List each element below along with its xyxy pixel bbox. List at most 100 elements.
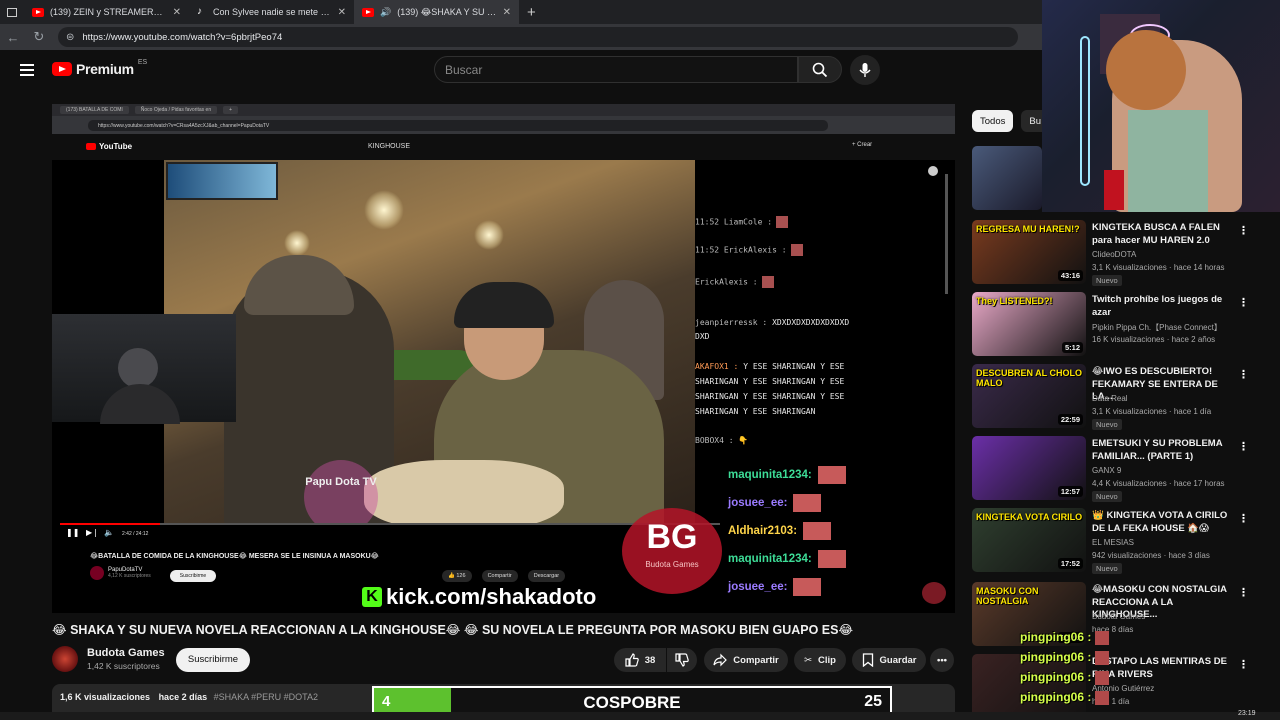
share-button[interactable]: Compartir	[704, 648, 788, 672]
new-badge: Nuevo	[1092, 563, 1122, 574]
channel-name[interactable]: Budota Games	[87, 647, 165, 659]
inner-tab: +	[223, 106, 239, 114]
chat-line: DXD	[695, 332, 710, 341]
info-icon[interactable]	[928, 166, 938, 176]
voice-search-button[interactable]	[850, 55, 880, 85]
recommended-title[interactable]: KINGTEKA BUSCA A FALEN para hacer MU HAR…	[1092, 222, 1232, 247]
url-field[interactable]: ⊜ https://www.youtube.com/watch?v=6pbrjt…	[58, 27, 1018, 47]
recommended-video-partial[interactable]	[972, 146, 1042, 212]
video-player[interactable]: (173) BATALLA DE COMI Ñoco Ojeda / Pidas…	[52, 104, 955, 613]
close-tab-icon[interactable]: ✕	[338, 7, 346, 18]
chip-todos[interactable]: Todos	[972, 110, 1014, 132]
chat-overlay-line: Aldhair2103:	[728, 522, 832, 540]
more-vertical-icon[interactable]: ⋮	[1238, 658, 1249, 671]
speaker-icon[interactable]: 🔊	[380, 7, 391, 18]
close-tab-icon[interactable]: ✕	[173, 7, 181, 18]
search-placeholder: Buscar	[445, 62, 483, 77]
recommended-meta: 16 K visualizaciones · hace 2 años	[1092, 335, 1216, 344]
video-thumbnail[interactable]: They LISTENED?! 5:12	[972, 292, 1086, 356]
streamer-hair	[1106, 30, 1186, 110]
kick-icon: K	[362, 587, 382, 607]
recommended-video[interactable]: They LISTENED?! 5:12 Twitch prohíbe los ju…	[972, 292, 1262, 358]
video-thumbnail[interactable]	[972, 146, 1042, 210]
inner-youtube-logo: YouTube	[86, 142, 132, 151]
video-thumbnail[interactable]: DESCUBREN AL CHOLO MALO 22:59	[972, 364, 1086, 428]
recommended-video[interactable]: MASOKU CON NOSTALGIA 15:17 😂MASOKU CON NOS…	[972, 582, 1262, 648]
kick-url: kick.com/shakadoto	[386, 584, 597, 609]
inner-tab: (173) BATALLA DE COMI	[60, 106, 129, 114]
recommended-channel[interactable]: ClideoDOTA	[1092, 250, 1136, 259]
video-duration: 5:12	[1061, 342, 1083, 353]
menu-icon[interactable]	[20, 64, 34, 76]
video-thumbnail[interactable]: KINGTEKA VOTA CIRILO 17:52	[972, 508, 1086, 572]
more-actions-button[interactable]: •••	[930, 648, 954, 672]
save-button[interactable]: Guardar	[852, 648, 926, 672]
recommended-video[interactable]: REGRESA MU HAREN!? 43:16 KINGTEKA BUSCA A …	[972, 220, 1262, 286]
thumbs-up-icon	[625, 653, 639, 667]
reload-icon[interactable]: ↻	[26, 29, 52, 45]
recommended-video[interactable]: 12:57 EMETSUKI Y SU PROBLEMA FAMILIAR... …	[972, 436, 1262, 502]
new-tab-icon[interactable]: +	[519, 4, 544, 21]
more-vertical-icon[interactable]: ⋮	[1238, 440, 1249, 453]
url-text: https://www.youtube.com/watch?v=6pbrjtPe…	[82, 31, 283, 43]
recommended-channel[interactable]: Budota Games	[1092, 612, 1145, 621]
chat-overlay-line: pingping06 :	[1020, 630, 1110, 645]
inner-channel-subs: 4,12 K suscriptores	[108, 573, 151, 579]
channel-info[interactable]: Budota Games 1,42 K suscriptores	[52, 646, 165, 672]
subscribe-button[interactable]: Suscribirme	[176, 648, 250, 672]
wall-tv	[166, 162, 278, 200]
dislike-button[interactable]	[667, 648, 697, 672]
recommended-video[interactable]: DESTAPO LAS MENTIRAS DE RINA RIVERS Anton…	[972, 654, 1262, 720]
more-vertical-icon[interactable]: ⋮	[1238, 512, 1249, 525]
more-vertical-icon[interactable]: ⋮	[1238, 586, 1249, 599]
bg-logo-text: Budota Games	[645, 560, 699, 569]
address-bar: ← ↻ ⊜ https://www.youtube.com/watch?v=6p…	[0, 24, 1042, 50]
browser-tab-strip: (139) ZEIN y STREAMERS le MAN ✕ ♪ Con Sy…	[0, 0, 1042, 24]
recommended-video[interactable]: DESCUBREN AL CHOLO MALO 22:59 😂IWO ES DESC…	[972, 364, 1262, 430]
thumbs-down-icon	[675, 653, 689, 667]
hashtags[interactable]: #SHAKA #PERU #DOTA2	[214, 692, 318, 702]
video-duration: 22:59	[1057, 414, 1083, 425]
video-duration: 17:52	[1057, 558, 1083, 569]
inner-share: Compartir	[481, 570, 518, 582]
recommended-channel[interactable]: Pipkin Pippa Ch.【Phase Connect】	[1092, 322, 1222, 333]
channel-avatar[interactable]	[52, 646, 78, 672]
recommended-channel[interactable]: GANX 9	[1092, 466, 1121, 475]
soda-can	[1104, 170, 1124, 210]
video-thumbnail[interactable]: REGRESA MU HAREN!? 43:16	[972, 220, 1086, 284]
more-vertical-icon[interactable]: ⋮	[1238, 368, 1249, 381]
more-vertical-icon[interactable]: ⋮	[1238, 224, 1249, 237]
search-input[interactable]: Buscar	[434, 56, 798, 83]
browser-tab-1[interactable]: (139) ZEIN y STREAMERS le MAN ✕	[24, 0, 189, 24]
recommended-title[interactable]: EMETSUKI Y SU PROBLEMA FAMILIAR... (PART…	[1092, 438, 1232, 463]
inner-channel-avatar	[90, 566, 104, 580]
streamer-body	[100, 384, 180, 424]
chat-line: SHARINGAN Y ESE SHARINGAN Y ESE	[695, 377, 845, 386]
youtube-icon	[32, 7, 44, 17]
inner-progress-bar	[60, 523, 720, 525]
recommended-video[interactable]: KINGTEKA VOTA CIRILO 17:52 👑 KINGTEKA VOTA…	[972, 508, 1262, 574]
more-vertical-icon[interactable]: ⋮	[1238, 296, 1249, 309]
new-badge: Nuevo	[1092, 275, 1122, 286]
recommended-channel[interactable]: EL MESIAS	[1092, 538, 1134, 547]
recommended-title[interactable]: DESTAPO LAS MENTIRAS DE RINA RIVERS	[1092, 656, 1232, 681]
search-button[interactable]	[798, 56, 842, 83]
browser-tab-3-active[interactable]: 🔊 (139) 😂SHAKA Y SU NUEVA ✕	[354, 0, 519, 24]
bg-logo-mark: BG	[646, 518, 698, 556]
like-button[interactable]: 38	[614, 648, 666, 672]
back-icon[interactable]: ←	[0, 30, 26, 45]
window-menu-icon[interactable]	[0, 0, 24, 24]
video-thumbnail[interactable]: 12:57	[972, 436, 1086, 500]
recommended-title[interactable]: Twitch prohíbe los juegos de azar	[1092, 294, 1232, 319]
clip-button[interactable]: ✂ Clip	[794, 648, 846, 672]
chat-line: AKAFOX1 : Y ESE SHARINGAN Y ESE	[695, 362, 845, 371]
video-duration: 12:57	[1057, 486, 1083, 497]
close-tab-icon[interactable]: ✕	[503, 7, 511, 18]
recommended-channel[interactable]: Data Real	[1092, 394, 1128, 403]
goal-name: COSPOBRE	[583, 693, 681, 712]
browser-tab-2[interactable]: ♪ Con Sylvee nadie se mete 😎👌 ✕	[189, 0, 354, 24]
channel-watermark-icon[interactable]	[922, 582, 946, 604]
site-info-icon[interactable]: ⊜	[66, 32, 74, 43]
youtube-premium-logo[interactable]: Premium ES	[52, 59, 147, 77]
recommended-title[interactable]: 👑 KINGTEKA VOTA A CIRILO DE LA FEKA HOUS…	[1092, 510, 1232, 535]
